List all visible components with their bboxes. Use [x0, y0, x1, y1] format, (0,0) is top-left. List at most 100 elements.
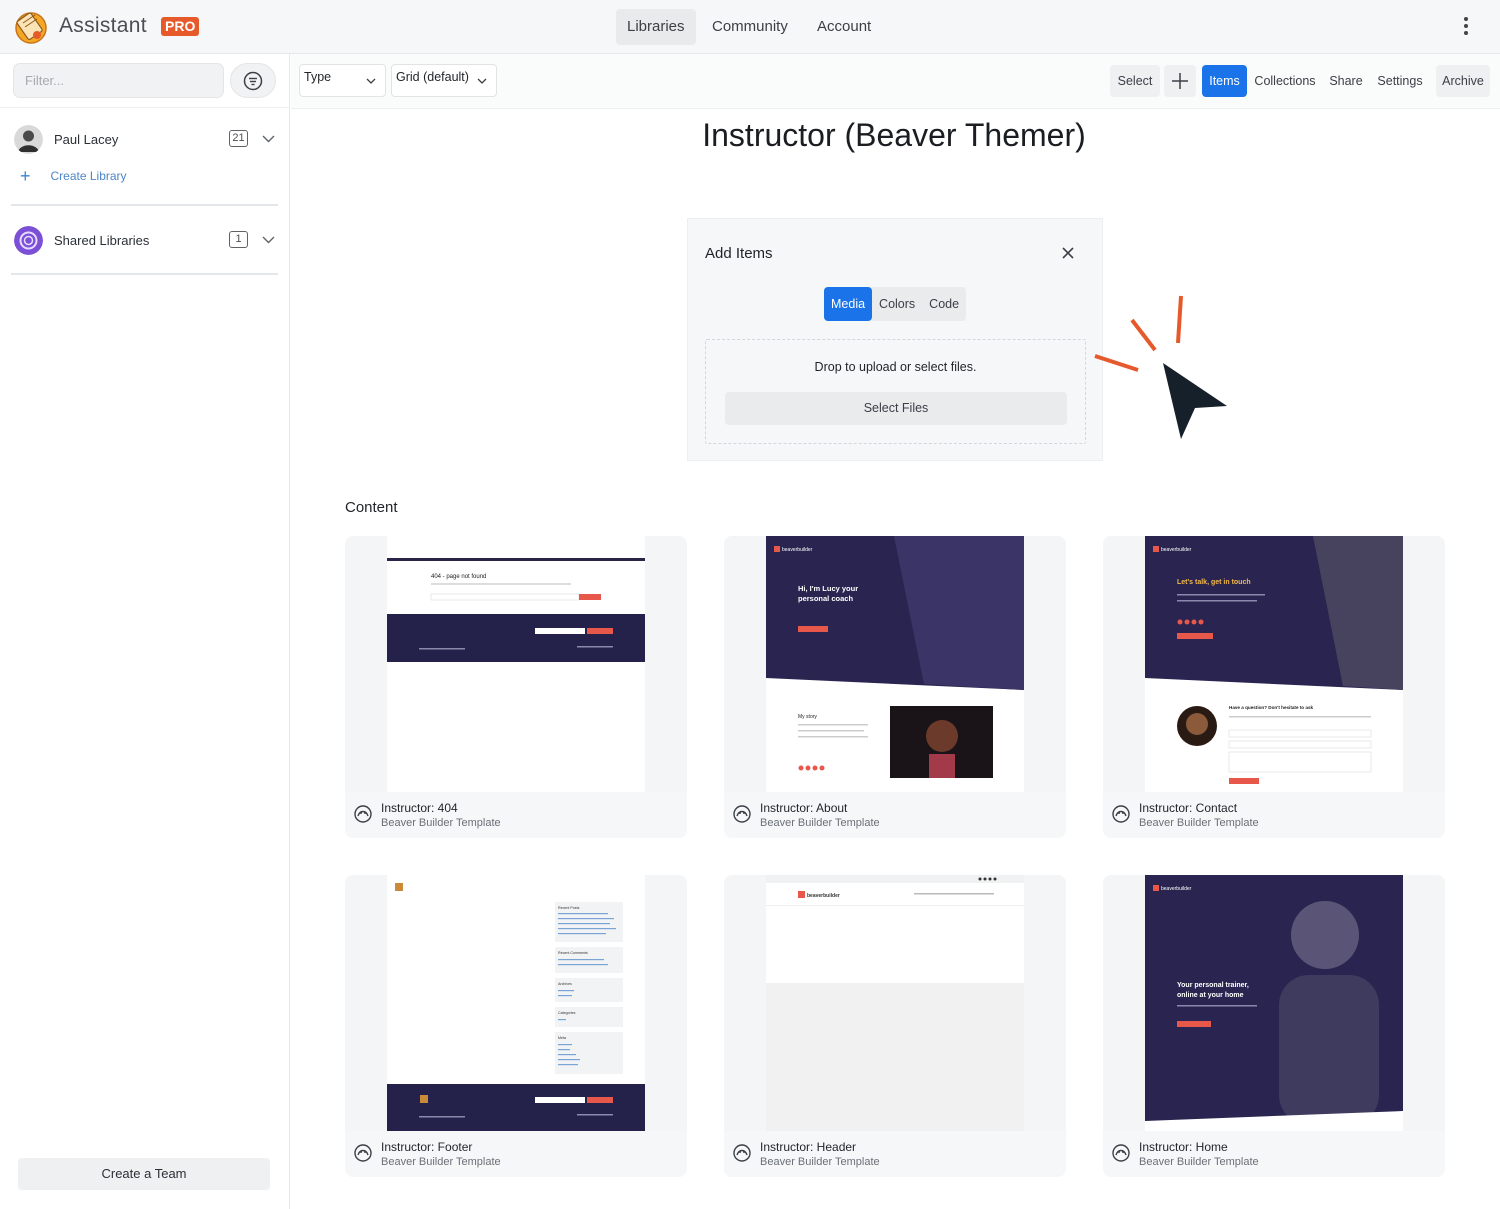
collections-button[interactable]: Collections	[1251, 65, 1319, 97]
thumbnail-text: Meta	[558, 1036, 566, 1040]
plus-icon	[1172, 73, 1188, 89]
view-select-value: Grid (default)	[396, 70, 469, 84]
card-title: Instructor: About	[760, 801, 848, 815]
thumbnail-text: 404 - page not found	[431, 574, 486, 580]
content-card[interactable]: beaverbuilder Your personal trainer, onl…	[1103, 875, 1445, 1177]
nav-tab-account[interactable]: Account	[806, 9, 882, 45]
tab-media[interactable]: Media	[824, 287, 873, 321]
archive-button[interactable]: Archive	[1436, 65, 1490, 97]
more-menu-icon[interactable]	[1458, 15, 1474, 39]
template-thumbnail: Recent Posts Recent Comments Archives Ca…	[345, 875, 687, 1131]
filter-options-button[interactable]	[230, 63, 276, 98]
thumbnail-text: online at your home	[1177, 992, 1244, 999]
beaver-builder-icon	[733, 1144, 751, 1162]
add-items-title: Add Items	[705, 245, 773, 262]
section-title: Content	[345, 499, 398, 516]
shared-libraries-icon	[14, 225, 43, 255]
thumbnail-text: beaverbuilder	[1161, 886, 1192, 892]
template-thumbnail: beaverbuilder Let's talk, get in touch H…	[1103, 536, 1445, 792]
thumbnail-text: Hi, I'm Lucy your	[798, 584, 858, 593]
thumbnail-text: Archives	[558, 982, 572, 986]
library-count-badge: 21	[229, 130, 248, 147]
select-button[interactable]: Select	[1110, 65, 1160, 97]
card-title: Instructor: Header	[760, 1140, 857, 1154]
content-card[interactable]: 404 - page not found Instructor: 404 Bea…	[345, 536, 687, 838]
library-name: Paul Lacey	[54, 131, 119, 147]
thumbnail-text: beaverbuilder	[807, 893, 840, 899]
library-count-badge: 1	[229, 231, 248, 248]
thumbnail-text: My story	[798, 714, 817, 720]
create-team-button[interactable]: Create a Team	[18, 1158, 270, 1190]
cursor-pointer-icon	[1094, 295, 1227, 439]
sidebar: Paul Lacey 21 + Create Library Shared Li…	[0, 54, 290, 1209]
sidebar-divider	[0, 107, 290, 108]
chevron-down-icon[interactable]	[262, 233, 275, 246]
add-items-panel: Add Items Media Colors Code Drop to uplo…	[687, 218, 1103, 461]
add-item-button[interactable]	[1164, 65, 1196, 97]
items-button[interactable]: Items	[1202, 65, 1247, 97]
sidebar-divider	[11, 273, 278, 275]
beaver-builder-icon	[354, 805, 372, 823]
content-card[interactable]: beaverbuilder Hi, I'm Lucy your personal…	[724, 536, 1066, 838]
content-card[interactable]: beaverbuilder Instructor: Header Beaver …	[724, 875, 1066, 1177]
card-title: Instructor: Contact	[1139, 801, 1238, 815]
chevron-down-icon	[477, 78, 487, 84]
share-button[interactable]: Share	[1325, 65, 1367, 97]
thumbnail-text: beaverbuilder	[1161, 547, 1192, 553]
beaver-builder-icon	[354, 1144, 372, 1162]
nav-tab-community[interactable]: Community	[701, 9, 799, 45]
assistant-logo-icon[interactable]	[13, 9, 49, 45]
card-subtitle: Beaver Builder Template	[760, 1156, 880, 1168]
brand-name: Assistant	[59, 14, 147, 37]
view-select[interactable]: Grid (default)	[391, 64, 497, 97]
top-bar: Assistant PRO Libraries Community Accoun…	[0, 0, 1500, 54]
select-files-button[interactable]: Select Files	[725, 392, 1067, 425]
plus-icon: +	[20, 166, 31, 186]
nav-tab-libraries[interactable]: Libraries	[616, 9, 696, 45]
avatar	[14, 124, 43, 154]
type-select[interactable]: Type	[299, 64, 386, 97]
template-thumbnail: 404 - page not found	[345, 536, 687, 792]
create-library-link[interactable]: + Create Library	[20, 166, 127, 186]
card-title: Instructor: 404	[381, 801, 458, 815]
create-library-label: Create Library	[50, 169, 127, 183]
thumbnail-text: personal coach	[798, 594, 853, 603]
type-select-value: Type	[304, 70, 332, 84]
pro-badge: PRO	[161, 17, 200, 36]
thumbnail-text: beaverbuilder	[782, 547, 813, 553]
template-thumbnail: beaverbuilder	[724, 875, 1066, 1131]
beaver-builder-icon	[1112, 1144, 1130, 1162]
card-subtitle: Beaver Builder Template	[1139, 1156, 1259, 1168]
thumbnail-text: Recent Posts	[558, 906, 580, 910]
thumbnail-text: Let's talk, get in touch	[1177, 579, 1251, 586]
card-title: Instructor: Footer	[381, 1140, 473, 1154]
thumbnail-text: Categories	[558, 1011, 576, 1015]
card-title: Instructor: Home	[1139, 1140, 1228, 1154]
filter-input[interactable]	[13, 63, 224, 98]
content-card[interactable]: beaverbuilder Let's talk, get in touch H…	[1103, 536, 1445, 838]
beaver-builder-icon	[733, 805, 751, 823]
close-icon[interactable]	[1061, 246, 1075, 260]
card-subtitle: Beaver Builder Template	[760, 817, 880, 829]
card-subtitle: Beaver Builder Template	[381, 817, 501, 829]
library-item-shared[interactable]: Shared Libraries 1	[14, 225, 276, 255]
file-drop-zone[interactable]: Drop to upload or select files. Select F…	[705, 339, 1086, 444]
thumbnail-text: Your personal trainer,	[1177, 982, 1249, 989]
card-subtitle: Beaver Builder Template	[381, 1156, 501, 1168]
settings-button[interactable]: Settings	[1373, 65, 1427, 97]
content-card[interactable]: Recent Posts Recent Comments Archives Ca…	[345, 875, 687, 1177]
add-items-tabs: Media Colors Code	[824, 287, 967, 321]
tab-colors[interactable]: Colors	[872, 287, 922, 321]
filter-icon	[243, 71, 263, 90]
library-item-paul-lacey[interactable]: Paul Lacey 21	[14, 124, 276, 154]
library-name: Shared Libraries	[54, 232, 150, 248]
card-subtitle: Beaver Builder Template	[1139, 817, 1259, 829]
thumbnail-text: Have a question? Don't hesitate to ask	[1229, 705, 1313, 710]
thumbnail-text: Recent Comments	[558, 951, 588, 955]
drop-zone-text: Drop to upload or select files.	[814, 360, 977, 374]
template-thumbnail: beaverbuilder Hi, I'm Lucy your personal…	[724, 536, 1066, 792]
chevron-down-icon[interactable]	[262, 132, 275, 145]
toolbar: Type Grid (default) Select Items Collect…	[291, 54, 1500, 109]
sidebar-divider	[11, 204, 278, 206]
tab-code[interactable]: Code	[922, 287, 966, 321]
